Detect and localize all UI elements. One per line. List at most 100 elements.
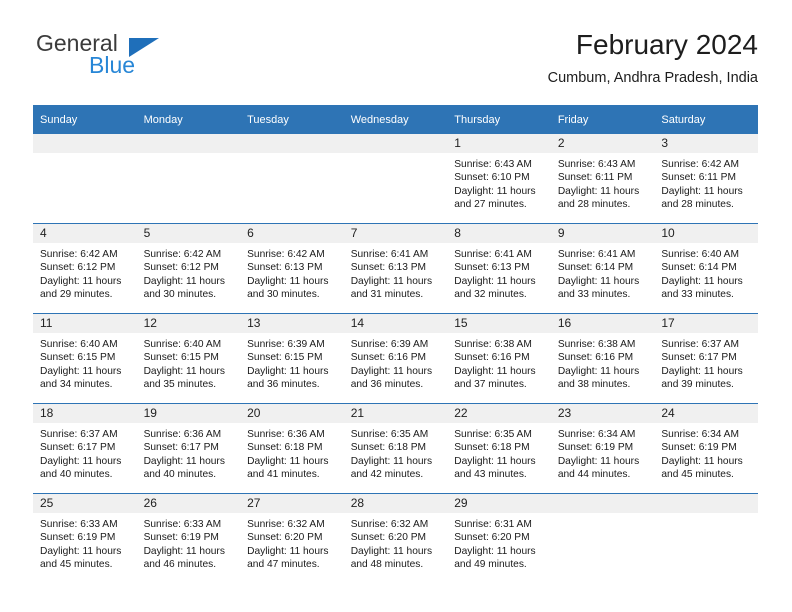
day-details: Sunrise: 6:35 AM Sunset: 6:18 PM Daylight:… <box>344 423 448 482</box>
daylight-text-line2: and 40 minutes. <box>143 469 217 481</box>
day-cell-empty <box>343 134 448 224</box>
day-cell[interactable]: 9 Sunrise: 6:41 AM Sunset: 6:14 PM Daylight… <box>550 223 655 314</box>
sunrise-text: Sunrise: 6:31 AM <box>454 519 532 530</box>
sunset-text: Sunset: 6:12 PM <box>143 262 219 274</box>
day-details: Sunrise: 6:35 AM Sunset: 6:18 PM Daylight:… <box>447 423 551 482</box>
sunset-text: Sunset: 6:15 PM <box>40 352 116 364</box>
sunset-text: Sunset: 6:19 PM <box>557 442 634 454</box>
calendar-week-row: 11 Sunrise: 6:40 AM Sunset: 6:15 PM Dayligh… <box>33 313 758 404</box>
day-details: Sunrise: 6:41 AM Sunset: 6:13 PM Daylight:… <box>447 243 551 302</box>
day-cell[interactable]: 1 Sunrise: 6:43 AM Sunset: 6:10 PM Daylight… <box>447 134 551 224</box>
sunrise-text: Sunrise: 6:32 AM <box>247 519 325 530</box>
day-cell[interactable]: 11 Sunrise: 6:40 AM Sunset: 6:15 PM Dayligh… <box>33 313 137 404</box>
day-cell[interactable]: 10 Sunrise: 6:40 AM Sunset: 6:14 PM Dayligh… <box>654 223 758 314</box>
day-number <box>550 494 655 513</box>
day-number: 23 <box>550 404 655 423</box>
day-cell[interactable]: 4 Sunrise: 6:42 AM Sunset: 6:12 PM Daylight… <box>33 223 137 314</box>
sunrise-text: Sunrise: 6:40 AM <box>661 249 739 260</box>
sunrise-text: Sunrise: 6:37 AM <box>661 339 739 350</box>
sunset-text: Sunset: 6:18 PM <box>247 442 323 454</box>
calendar-week-row: 25 Sunrise: 6:33 AM Sunset: 6:19 PM Dayligh… <box>33 493 758 583</box>
daylight-text-line2: and 37 minutes. <box>454 379 527 391</box>
daylight-text-line2: and 38 minutes. <box>557 379 631 391</box>
day-cell[interactable]: 16 Sunrise: 6:38 AM Sunset: 6:16 PM Dayligh… <box>550 313 655 404</box>
sunset-text: Sunset: 6:11 PM <box>557 172 633 184</box>
day-cell[interactable]: 18 Sunrise: 6:37 AM Sunset: 6:17 PM Dayligh… <box>33 403 137 494</box>
page-title: February 2024 <box>575 29 758 60</box>
day-number: 10 <box>654 224 758 243</box>
day-cell[interactable]: 20 Sunrise: 6:36 AM Sunset: 6:18 PM Dayligh… <box>240 403 344 494</box>
daylight-text-line1: Daylight: 11 hours <box>247 545 329 557</box>
sunset-text: Sunset: 6:20 PM <box>454 532 530 544</box>
sunrise-text: Sunrise: 6:42 AM <box>40 249 118 260</box>
day-number: 8 <box>447 224 551 243</box>
day-cell[interactable]: 12 Sunrise: 6:40 AM Sunset: 6:15 PM Dayligh… <box>136 313 241 404</box>
day-cell[interactable]: 5 Sunrise: 6:42 AM Sunset: 6:12 PM Daylight… <box>136 223 241 314</box>
day-cell[interactable]: 19 Sunrise: 6:36 AM Sunset: 6:17 PM Dayligh… <box>136 403 241 494</box>
day-number: 27 <box>240 494 344 513</box>
daylight-text-line2: and 32 minutes. <box>454 289 527 301</box>
day-cell[interactable]: 14 Sunrise: 6:39 AM Sunset: 6:16 PM Dayligh… <box>343 313 448 404</box>
day-cell[interactable]: 29 Sunrise: 6:31 AM Sunset: 6:20 PM Dayligh… <box>447 493 551 583</box>
page-header: General Blue February 2024 Cumbum, Andhr… <box>33 28 758 96</box>
day-cell[interactable]: 24 Sunrise: 6:34 AM Sunset: 6:19 PM Dayligh… <box>654 403 758 494</box>
day-cell[interactable]: 21 Sunrise: 6:35 AM Sunset: 6:18 PM Dayligh… <box>343 403 448 494</box>
day-details: Sunrise: 6:41 AM Sunset: 6:14 PM Daylight:… <box>551 243 655 302</box>
day-cell[interactable]: 27 Sunrise: 6:32 AM Sunset: 6:20 PM Dayligh… <box>240 493 344 583</box>
day-number <box>654 494 758 513</box>
day-cell[interactable]: 28 Sunrise: 6:32 AM Sunset: 6:20 PM Dayligh… <box>343 493 448 583</box>
day-number <box>136 134 241 153</box>
sunrise-text: Sunrise: 6:42 AM <box>661 159 739 170</box>
day-number: 18 <box>33 404 137 423</box>
day-number: 13 <box>240 314 344 333</box>
day-cell-empty <box>33 134 137 224</box>
daylight-text-line1: Daylight: 11 hours <box>40 455 122 467</box>
daylight-text-line1: Daylight: 11 hours <box>661 185 743 197</box>
daylight-text-line2: and 36 minutes. <box>350 379 424 391</box>
day-details: Sunrise: 6:38 AM Sunset: 6:16 PM Daylight:… <box>447 333 551 392</box>
daylight-text-line2: and 41 minutes. <box>247 469 320 481</box>
day-details: Sunrise: 6:36 AM Sunset: 6:17 PM Daylight:… <box>137 423 241 482</box>
calendar-header-row: Sunday Monday Tuesday Wednesday Thursday… <box>33 105 758 134</box>
day-cell[interactable]: 8 Sunrise: 6:41 AM Sunset: 6:13 PM Daylight… <box>447 223 551 314</box>
sunrise-text: Sunrise: 6:36 AM <box>247 429 325 440</box>
day-cell[interactable]: 26 Sunrise: 6:33 AM Sunset: 6:19 PM Dayligh… <box>136 493 241 583</box>
sunset-text: Sunset: 6:20 PM <box>247 532 323 544</box>
daylight-text-line1: Daylight: 11 hours <box>247 275 329 287</box>
calendar-week-row: 1 Sunrise: 6:43 AM Sunset: 6:10 PM Daylight… <box>33 134 758 224</box>
sunset-text: Sunset: 6:19 PM <box>143 532 219 544</box>
daylight-text-line1: Daylight: 11 hours <box>350 275 433 287</box>
general-blue-logo[interactable]: General Blue <box>33 28 243 86</box>
day-number <box>33 134 137 153</box>
day-number: 21 <box>343 404 448 423</box>
daylight-text-line1: Daylight: 11 hours <box>247 365 329 377</box>
day-cell[interactable]: 17 Sunrise: 6:37 AM Sunset: 6:17 PM Dayligh… <box>654 313 758 404</box>
daylight-text-line1: Daylight: 11 hours <box>247 455 329 467</box>
day-cell[interactable]: 3 Sunrise: 6:42 AM Sunset: 6:11 PM Daylight… <box>654 134 758 224</box>
day-number: 29 <box>447 494 551 513</box>
day-details: Sunrise: 6:42 AM Sunset: 6:12 PM Daylight:… <box>137 243 241 302</box>
day-details: Sunrise: 6:33 AM Sunset: 6:19 PM Daylight:… <box>33 513 137 572</box>
day-details: Sunrise: 6:34 AM Sunset: 6:19 PM Daylight:… <box>551 423 655 482</box>
day-cell[interactable]: 22 Sunrise: 6:35 AM Sunset: 6:18 PM Dayligh… <box>447 403 551 494</box>
day-details: Sunrise: 6:38 AM Sunset: 6:16 PM Daylight:… <box>551 333 655 392</box>
day-cell[interactable]: 6 Sunrise: 6:42 AM Sunset: 6:13 PM Daylight… <box>240 223 344 314</box>
sunrise-text: Sunrise: 6:39 AM <box>247 339 325 350</box>
day-number: 12 <box>136 314 241 333</box>
weekday-header-wednesday: Wednesday <box>343 105 448 134</box>
day-number: 28 <box>343 494 448 513</box>
daylight-text-line2: and 28 minutes. <box>661 199 734 211</box>
sunrise-text: Sunrise: 6:33 AM <box>143 519 222 530</box>
day-cell[interactable]: 7 Sunrise: 6:41 AM Sunset: 6:13 PM Daylight… <box>343 223 448 314</box>
calendar-body: 1 Sunrise: 6:43 AM Sunset: 6:10 PM Daylight… <box>33 134 758 583</box>
day-cell[interactable]: 23 Sunrise: 6:34 AM Sunset: 6:19 PM Dayligh… <box>550 403 655 494</box>
day-cell[interactable]: 2 Sunrise: 6:43 AM Sunset: 6:11 PM Daylight… <box>550 134 655 224</box>
day-number: 19 <box>136 404 241 423</box>
sunset-text: Sunset: 6:13 PM <box>454 262 530 274</box>
day-number <box>240 134 344 153</box>
day-cell-empty <box>240 134 344 224</box>
day-cell[interactable]: 15 Sunrise: 6:38 AM Sunset: 6:16 PM Dayligh… <box>447 313 551 404</box>
day-cell[interactable]: 13 Sunrise: 6:39 AM Sunset: 6:15 PM Dayligh… <box>240 313 344 404</box>
sunset-text: Sunset: 6:13 PM <box>247 262 323 274</box>
day-cell[interactable]: 25 Sunrise: 6:33 AM Sunset: 6:19 PM Dayligh… <box>33 493 137 583</box>
